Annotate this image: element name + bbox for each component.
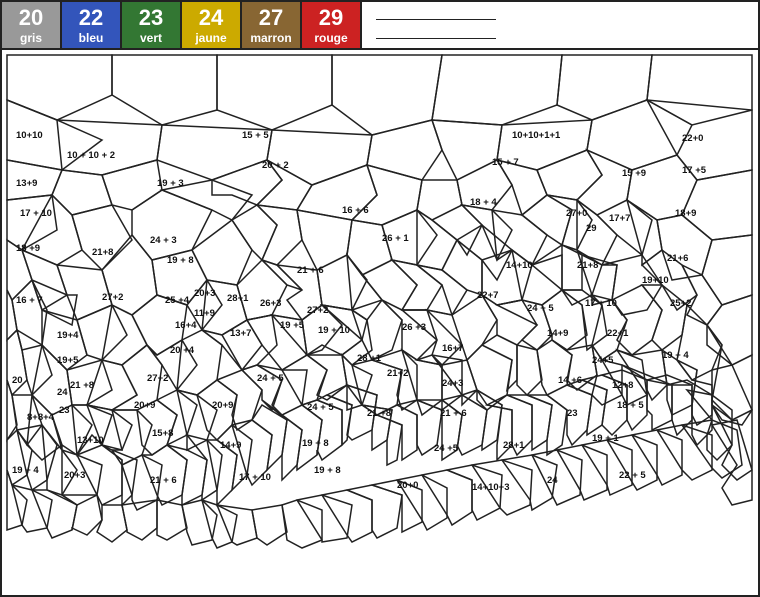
color-box-rouge: 29rouge xyxy=(302,2,362,48)
puzzle-area: 10+1010 + 10 + 215 + 510+10+1+122+013+91… xyxy=(2,50,758,595)
color-box-jaune: 24jaune xyxy=(182,2,242,48)
header-info xyxy=(362,2,758,48)
header: 20gris22bleu23vert24jaune27marron29rouge xyxy=(2,2,758,50)
prenom-line xyxy=(372,8,748,23)
color-box-marron: 27marron xyxy=(242,2,302,48)
puzzle-svg xyxy=(2,50,758,595)
color-box-bleu: 22bleu xyxy=(62,2,122,48)
color-box-vert: 23vert xyxy=(122,2,182,48)
date-line xyxy=(372,27,748,42)
color-box-gris: 20gris xyxy=(2,2,62,48)
page-wrapper: 20gris22bleu23vert24jaune27marron29rouge xyxy=(0,0,760,597)
